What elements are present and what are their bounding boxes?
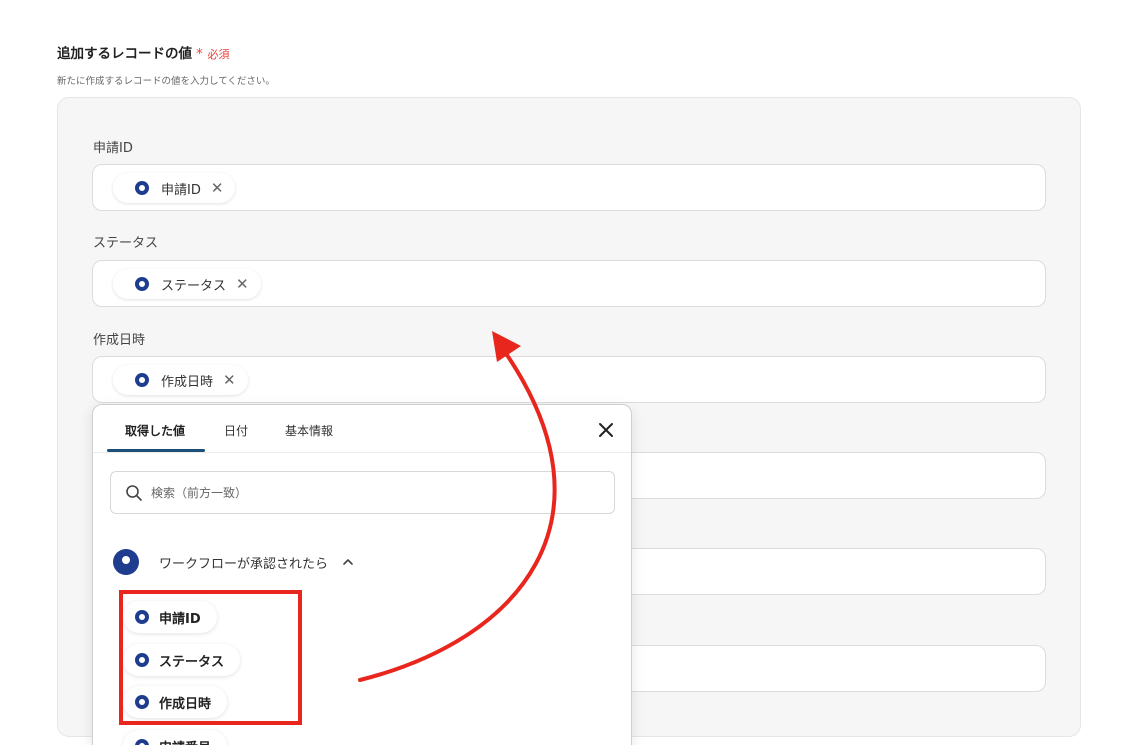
value-chip-application-id[interactable]: 申請ID ✕ bbox=[113, 173, 236, 203]
item-label: ステータス bbox=[159, 654, 225, 670]
required-star: * bbox=[196, 46, 203, 62]
list-item-status[interactable]: ステータス bbox=[123, 644, 241, 676]
item-label: 申請ID bbox=[159, 611, 201, 627]
list-item-application-id[interactable]: 申請ID bbox=[123, 601, 217, 633]
chip-label: 作成日時 bbox=[161, 374, 214, 390]
app-icon bbox=[135, 653, 149, 667]
group-label: ワークフローが承認されたら bbox=[159, 556, 329, 572]
item-label: 申請番号 bbox=[159, 737, 211, 745]
section-description: 新たに作成するレコードの値を入力してください。 bbox=[57, 76, 275, 87]
value-chip-created-at[interactable]: 作成日時 ✕ bbox=[113, 365, 248, 395]
value-picker-popup: 取得した値 日付 基本情報 ワークフローが承認されたら 申請ID ステータス 作… bbox=[92, 404, 632, 745]
active-tab-indicator bbox=[107, 449, 205, 452]
app-logo-icon bbox=[113, 549, 139, 575]
tab-date[interactable]: 日付 bbox=[224, 422, 248, 439]
tab-basic-info[interactable]: 基本情報 bbox=[285, 422, 333, 439]
list-item-application-number[interactable]: 申請番号 bbox=[123, 730, 228, 745]
required-label: 必須 bbox=[207, 48, 230, 61]
field-input-created-at[interactable]: 作成日時 ✕ bbox=[92, 356, 1046, 403]
search-field[interactable] bbox=[110, 471, 615, 514]
app-icon bbox=[135, 277, 149, 291]
chip-label: 申請ID bbox=[161, 182, 201, 198]
section-title: 追加するレコードの値 * 必須 bbox=[57, 42, 229, 62]
search-input[interactable] bbox=[151, 482, 591, 504]
popup-tabs: 取得した値 日付 基本情報 bbox=[93, 405, 631, 453]
app-icon bbox=[135, 739, 149, 745]
app-icon bbox=[135, 695, 149, 709]
close-icon[interactable] bbox=[595, 419, 617, 441]
app-icon bbox=[135, 610, 149, 624]
remove-chip-icon[interactable]: ✕ bbox=[236, 275, 249, 293]
tab-acquired-values[interactable]: 取得した値 bbox=[125, 422, 185, 439]
app-icon bbox=[135, 373, 149, 387]
field-label-application-id: 申請ID bbox=[93, 141, 133, 156]
field-input-application-id[interactable]: 申請ID ✕ bbox=[92, 164, 1046, 211]
field-label-status: ステータス bbox=[93, 236, 159, 251]
remove-chip-icon[interactable]: ✕ bbox=[223, 371, 236, 389]
field-input-status[interactable]: ステータス ✕ bbox=[92, 260, 1046, 307]
app-icon bbox=[135, 181, 149, 195]
remove-chip-icon[interactable]: ✕ bbox=[211, 179, 224, 197]
chevron-up-icon[interactable] bbox=[342, 557, 354, 567]
value-chip-status[interactable]: ステータス ✕ bbox=[113, 269, 261, 299]
item-label: 作成日時 bbox=[159, 696, 212, 712]
search-icon bbox=[126, 485, 142, 501]
section-title-text: 追加するレコードの値 bbox=[57, 46, 192, 62]
field-label-created-at: 作成日時 bbox=[93, 333, 146, 348]
chip-label: ステータス bbox=[161, 278, 227, 294]
workflow-group-header[interactable]: ワークフローが承認されたら bbox=[113, 548, 354, 576]
list-item-created-at[interactable]: 作成日時 bbox=[123, 686, 228, 718]
